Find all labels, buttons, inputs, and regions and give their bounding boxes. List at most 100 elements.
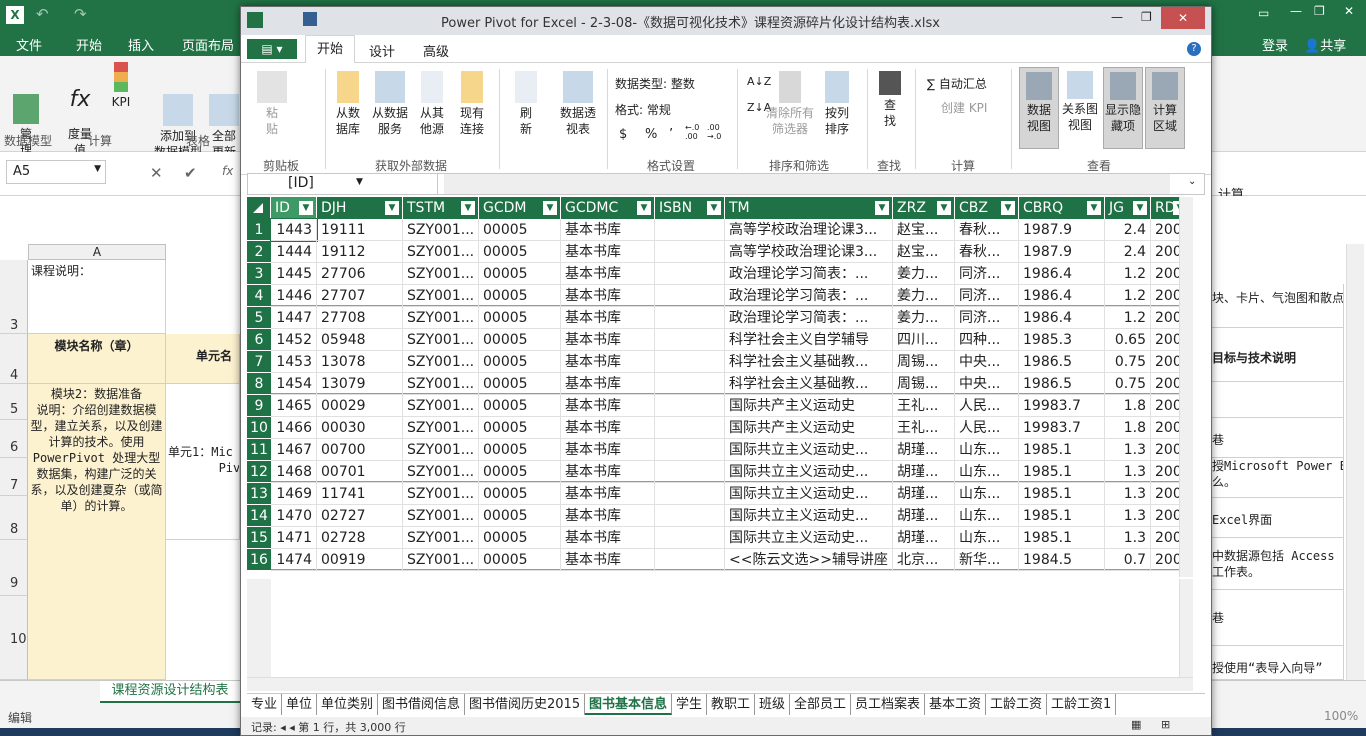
cell-id[interactable]: 1467: [271, 439, 317, 461]
cell-gcdmc[interactable]: 基本书库: [561, 329, 655, 351]
sort-by-column-button[interactable]: 按列 排序: [821, 71, 853, 137]
cell-cbz[interactable]: 同济...: [955, 263, 1019, 285]
cell-tm[interactable]: 高等学校政治理论课3...: [725, 219, 893, 241]
cell-cbrq[interactable]: 1985.3: [1019, 329, 1105, 351]
cell-gcdmc[interactable]: 基本书库: [561, 527, 655, 549]
cell-cbz[interactable]: 春秋...: [955, 219, 1019, 241]
cell-gcdm[interactable]: 00005: [479, 549, 561, 571]
cell-isbn[interactable]: [655, 351, 725, 373]
cell-tstm[interactable]: SZY001...: [403, 263, 479, 285]
excel-vertical-scrollbar[interactable]: [1346, 244, 1364, 680]
cell-cbz[interactable]: 中央...: [955, 351, 1019, 373]
row-header-10[interactable]: 10: [0, 596, 28, 680]
cell-tstm[interactable]: SZY001...: [403, 351, 479, 373]
cell-zrz[interactable]: 王礼...: [893, 417, 955, 439]
cell-tstm[interactable]: SZY001...: [403, 505, 479, 527]
cell-jg[interactable]: 1.3: [1105, 461, 1151, 483]
from-database-button[interactable]: 从数 据库: [329, 71, 367, 137]
cell-gcdmc[interactable]: 基本书库: [561, 417, 655, 439]
cell-jg[interactable]: 1.8: [1105, 417, 1151, 439]
cell-cbrq[interactable]: 1985.1: [1019, 505, 1105, 527]
cell-zrz[interactable]: 胡瑾...: [893, 439, 955, 461]
cell-tstm[interactable]: SZY001...: [403, 483, 479, 505]
table-row[interactable]: 16 1474 00919 SZY001... 00005 基本书库 <<陈云文选>>辅导讲…: [247, 549, 1193, 571]
cell-zrz[interactable]: 赵宝...: [893, 241, 955, 263]
cell-id[interactable]: 1447: [271, 307, 317, 329]
decrease-decimal-button[interactable]: .00 →.0: [707, 123, 721, 141]
cell-right-5[interactable]: 授Microsoft Power E 么。: [1212, 458, 1344, 498]
cell-zrz[interactable]: 胡瑾...: [893, 527, 955, 549]
row-header-7[interactable]: 7: [0, 458, 28, 496]
cell-jg[interactable]: 1.3: [1105, 527, 1151, 549]
row-number[interactable]: 11: [247, 439, 271, 461]
kpi-button[interactable]: KPI: [104, 62, 138, 110]
cell-djh[interactable]: 05948: [317, 329, 403, 351]
cell-tm[interactable]: 国际共产主义运动史: [725, 417, 893, 439]
row-header-4[interactable]: 4: [0, 334, 28, 384]
cell-gcdm[interactable]: 00005: [479, 329, 561, 351]
tab-home[interactable]: 开始: [305, 35, 355, 64]
cell-cbz[interactable]: 山东...: [955, 461, 1019, 483]
cell-gcdmc[interactable]: 基本书库: [561, 307, 655, 329]
show-hidden-button[interactable]: 显示隐 藏项: [1103, 67, 1143, 149]
from-service-button[interactable]: 从数据 服务: [369, 71, 411, 137]
row-number[interactable]: 9: [247, 395, 271, 417]
filter-dropdown-icon[interactable]: ▼: [543, 201, 557, 215]
table-tab[interactable]: 单位: [282, 694, 318, 715]
cell-jg[interactable]: 0.7: [1105, 549, 1151, 571]
filter-dropdown-icon[interactable]: ▼: [461, 201, 475, 215]
increase-decimal-button[interactable]: ←.0 .00: [685, 123, 699, 141]
cell-jg[interactable]: 1.3: [1105, 483, 1151, 505]
currency-button[interactable]: $: [619, 127, 627, 142]
table-tab[interactable]: 单位类别: [317, 694, 379, 715]
cell-gcdmc[interactable]: 基本书库: [561, 549, 655, 571]
cell-djh[interactable]: 02727: [317, 505, 403, 527]
cell-gcdm[interactable]: 00005: [479, 285, 561, 307]
cell-cbz[interactable]: 人民...: [955, 417, 1019, 439]
cell-tm[interactable]: 高等学校政治理论课3...: [725, 241, 893, 263]
row-number[interactable]: 6: [247, 329, 271, 351]
cell-isbn[interactable]: [655, 373, 725, 395]
cell-gcdmc[interactable]: 基本书库: [561, 373, 655, 395]
minimize-icon[interactable]: —: [1290, 4, 1302, 18]
table-row[interactable]: 2 1444 19112 SZY001... 00005 基本书库 高等学校政治理论课3..…: [247, 241, 1193, 263]
cell-zrz[interactable]: 胡瑾...: [893, 505, 955, 527]
cell-tm[interactable]: 政治理论学习简表：...: [725, 285, 893, 307]
data-view-button[interactable]: 数据 视图: [1019, 67, 1059, 149]
cell-cbz[interactable]: 中央...: [955, 373, 1019, 395]
cell-djh[interactable]: 11741: [317, 483, 403, 505]
cell-isbn[interactable]: [655, 219, 725, 241]
cell-isbn[interactable]: [655, 395, 725, 417]
autosum-button[interactable]: ∑ 自动汇总: [927, 75, 987, 92]
row-number[interactable]: 14: [247, 505, 271, 527]
cell-isbn[interactable]: [655, 483, 725, 505]
cell-id[interactable]: 1465: [271, 395, 317, 417]
cell-right-9[interactable]: 授使用“表导入向导”: [1212, 646, 1344, 680]
cell-cbz[interactable]: 山东...: [955, 527, 1019, 549]
cell-jg[interactable]: 0.75: [1105, 351, 1151, 373]
table-row[interactable]: 11 1467 00700 SZY001... 00005 基本书库 国际共立主义运动史..…: [247, 439, 1193, 461]
table-row[interactable]: 9 1465 00029 SZY001... 00005 基本书库 国际共产主义运动史 王礼.…: [247, 395, 1193, 417]
filter-dropdown-icon[interactable]: ▼: [875, 201, 889, 215]
create-kpi-button[interactable]: 创建 KPI: [941, 99, 987, 116]
cell-cbrq[interactable]: 1986.4: [1019, 285, 1105, 307]
login-link[interactable]: 登录: [1262, 35, 1288, 54]
row-number[interactable]: 16: [247, 549, 271, 571]
row-header-9[interactable]: 9: [0, 540, 28, 596]
cell-zrz[interactable]: 北京...: [893, 549, 955, 571]
table-row[interactable]: 4 1446 27707 SZY001... 00005 基本书库 政治理论学习简表：...…: [247, 285, 1193, 307]
table-tab[interactable]: 图书借阅历史2015: [465, 694, 586, 715]
cell-zrz[interactable]: 周锡...: [893, 351, 955, 373]
cell-cbrq[interactable]: 1986.5: [1019, 351, 1105, 373]
sheet-tab-course-resource[interactable]: 课程资源设计结构表: [100, 681, 240, 703]
cell-gcdm[interactable]: 00005: [479, 395, 561, 417]
row-header-8[interactable]: 8: [0, 496, 28, 540]
cell-right-8[interactable]: 巷: [1212, 590, 1344, 646]
cell-djh[interactable]: 19112: [317, 241, 403, 263]
clear-filters-button[interactable]: 清除所有 筛选器: [765, 71, 815, 137]
filter-dropdown-icon[interactable]: ▼: [1001, 201, 1015, 215]
cell-gcdmc[interactable]: 基本书库: [561, 461, 655, 483]
cell-isbn[interactable]: [655, 241, 725, 263]
table-tab[interactable]: 班级: [755, 694, 791, 715]
cell-zrz[interactable]: 姜力...: [893, 307, 955, 329]
